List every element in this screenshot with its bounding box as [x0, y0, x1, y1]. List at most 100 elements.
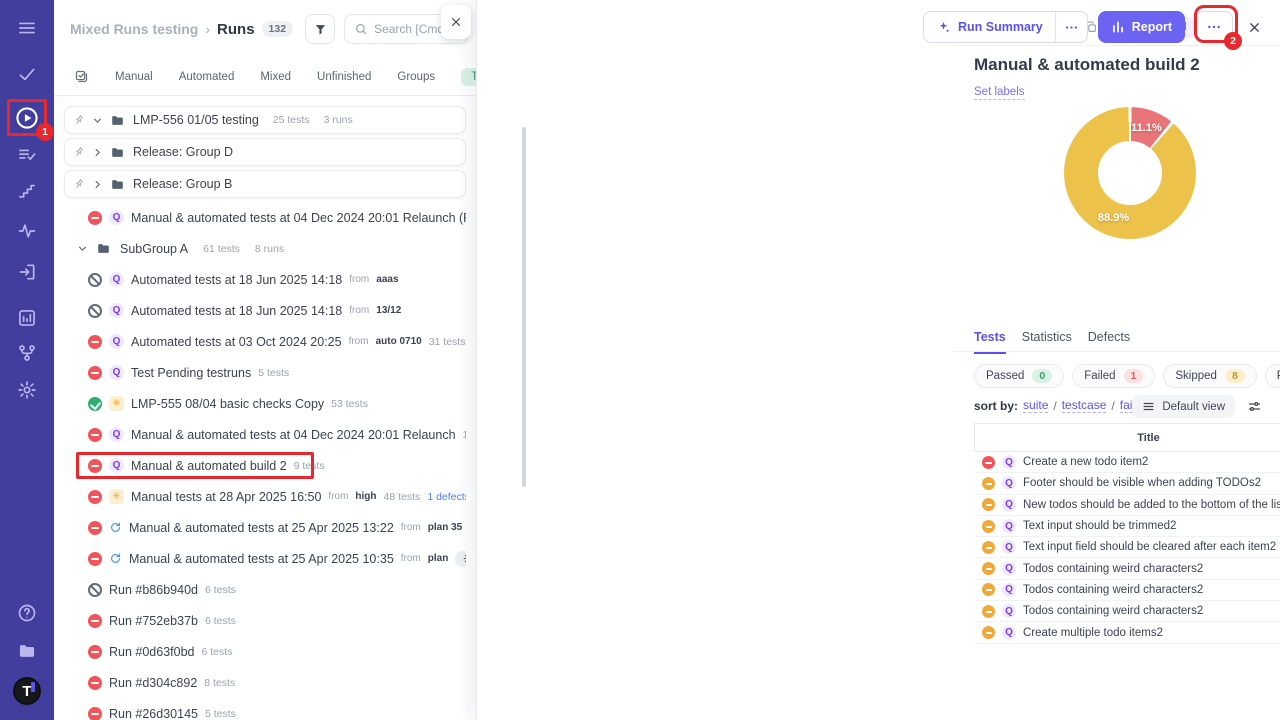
- breadcrumb-project[interactable]: Mixed Runs testing: [70, 21, 198, 37]
- test-row[interactable]: QText input should be trimmed2@first Cre…: [974, 516, 1280, 537]
- runs-nav-icon[interactable]: [15, 106, 40, 131]
- status-failed-icon: [88, 707, 102, 720]
- close-panel-button[interactable]: [441, 5, 471, 39]
- search-icon: [354, 22, 368, 36]
- column-header-title[interactable]: Title: [974, 424, 1280, 451]
- run-list-item[interactable]: Run #26d301455 tests: [64, 698, 466, 720]
- pulse-icon: [17, 221, 37, 241]
- pin-icon: [71, 144, 88, 161]
- breadcrumb-section[interactable]: Runs: [217, 21, 255, 38]
- automated-run-icon: Q: [109, 334, 124, 349]
- run-group-item[interactable]: LMP-556 01/05 testing25 tests3 runs: [64, 106, 466, 134]
- sparkle-run-icon: ✳: [109, 396, 124, 411]
- sort-link-testcase[interactable]: testcase: [1062, 398, 1107, 413]
- runs-tab-mixed[interactable]: Mixed: [260, 71, 291, 83]
- defects-link[interactable]: 1 defects: [427, 491, 466, 503]
- run-list-item[interactable]: Run #d304c8928 tests: [64, 667, 466, 698]
- donut-slice-label: 11.1%: [1131, 122, 1162, 134]
- projects-nav-icon[interactable]: [17, 641, 37, 661]
- status-failed-icon: [88, 428, 102, 442]
- filter-chip-pending[interactable]: Pending0: [1265, 364, 1280, 388]
- chevron-down-icon[interactable]: [76, 242, 89, 255]
- run-list-item[interactable]: QTest Pending testruns5 tests: [64, 357, 466, 388]
- settings-nav-icon[interactable]: [17, 380, 37, 400]
- runs-tab-automated[interactable]: Automated: [179, 71, 235, 83]
- user-avatar[interactable]: T: [13, 677, 41, 705]
- branches-nav-icon[interactable]: [17, 343, 37, 363]
- run-detail-panel: Run 18dec8b1 Q automated Run Summary Rep…: [476, 0, 1280, 720]
- test-row[interactable]: QNew todos should be added to the bottom…: [974, 495, 1280, 516]
- default-view-button[interactable]: Default view: [1132, 395, 1235, 418]
- chevron-right-icon[interactable]: [91, 146, 104, 159]
- run-subgroup-item[interactable]: SubGroup A61 tests8 runs: [64, 233, 466, 264]
- test-row[interactable]: QCreate a new todo item2@first Create ..…: [974, 452, 1280, 473]
- test-row[interactable]: QTodos containing weird characters2@firs…: [974, 601, 1280, 622]
- filter-chip-passed[interactable]: Passed0: [974, 364, 1064, 388]
- filter-chip-skipped[interactable]: Skipped8: [1163, 364, 1256, 388]
- runs-filter-tabs: ManualAutomatedMixedUnfinishedGroupsTo: [54, 58, 476, 96]
- import-nav-icon[interactable]: [17, 262, 37, 282]
- testcases-nav-icon[interactable]: [17, 145, 37, 165]
- run-group-item[interactable]: Release: Group D: [64, 138, 466, 166]
- select-all-icon[interactable]: [74, 69, 89, 84]
- analytics-nav-icon[interactable]: [17, 308, 37, 328]
- status-failed-icon: [88, 676, 102, 690]
- test-row[interactable]: QText input field should be cleared afte…: [974, 537, 1280, 558]
- runs-tab-unfinished[interactable]: Unfinished: [317, 71, 371, 83]
- activity-nav-icon[interactable]: [17, 221, 37, 241]
- run-actions: Run Summary Report: [923, 10, 1262, 44]
- chevron-right-icon[interactable]: [91, 178, 104, 191]
- filter-button[interactable]: [305, 14, 335, 44]
- automated-run-icon: Q: [1002, 476, 1016, 490]
- test-row[interactable]: QTodos containing weird characters2@firs…: [974, 558, 1280, 579]
- dots-h-icon: [1206, 19, 1222, 35]
- run-list-item[interactable]: QManual & automated build 29 tests: [64, 450, 466, 481]
- sliders-icon[interactable]: [1247, 399, 1262, 414]
- run-list-item[interactable]: QAutomated tests at 03 Oct 2024 20:25fro…: [64, 326, 466, 357]
- run-list-item[interactable]: ✳LMP-555 08/04 basic checks Copy53 tests: [64, 388, 466, 419]
- run-list-item[interactable]: QManual & automated tests at 04 Dec 2024…: [64, 202, 466, 233]
- runs-tab-manual[interactable]: Manual: [115, 71, 153, 83]
- run-list-item[interactable]: Manual & automated tests at 25 Apr 2025 …: [64, 543, 466, 574]
- menu-toggle-icon[interactable]: [17, 18, 37, 38]
- status-skipped-icon: [982, 498, 995, 511]
- chevron-down-icon[interactable]: [91, 114, 104, 127]
- automated-run-icon: Q: [1002, 498, 1016, 512]
- automated-run-icon: Q: [109, 210, 124, 225]
- status-failed-icon: [88, 335, 102, 349]
- run-group-item[interactable]: Release: Group B: [64, 170, 466, 198]
- status-failed-icon: [88, 211, 102, 225]
- run-list-item[interactable]: Manual & automated tests at 25 Apr 2025 …: [64, 512, 466, 543]
- refresh-cw-icon: [109, 521, 122, 534]
- run-list-item[interactable]: Run #b86b940d6 tests: [64, 574, 466, 605]
- automated-run-icon: Q: [109, 458, 124, 473]
- tests-table-header: TitleSuiteTags & EnvsSubstatusRuntimeIss…: [974, 423, 1280, 452]
- sort-link-suite[interactable]: suite: [1023, 398, 1048, 413]
- scrollbar-thumb[interactable]: [522, 127, 526, 487]
- run-summary-button[interactable]: Run Summary: [923, 11, 1088, 43]
- run-list-item[interactable]: Run #0d63f0bd6 tests: [64, 636, 466, 667]
- automated-run-icon: Q: [109, 303, 124, 318]
- steps-nav-icon[interactable]: [17, 181, 37, 201]
- sparkles-icon: [936, 20, 951, 35]
- run-list-item[interactable]: Run #752eb37b6 tests: [64, 605, 466, 636]
- runs-tab-groups[interactable]: Groups: [397, 71, 435, 83]
- run-summary-more-button[interactable]: [1055, 12, 1087, 42]
- run-list-item[interactable]: ✳Manual tests at 28 Apr 2025 16:50fromhi…: [64, 481, 466, 512]
- filter-chip-failed[interactable]: Failed1: [1072, 364, 1155, 388]
- bars-icon: [1111, 20, 1125, 34]
- pin-icon: [71, 176, 88, 193]
- report-button[interactable]: Report: [1098, 11, 1185, 43]
- gear-icon: [17, 380, 37, 400]
- close-run-detail-icon[interactable]: [1247, 20, 1262, 35]
- run-list-item[interactable]: QAutomated tests at 18 Jun 2025 14:18fro…: [64, 264, 466, 295]
- checks-nav-icon[interactable]: [17, 64, 37, 84]
- run-list-item[interactable]: QAutomated tests at 18 Jun 2025 14:18fro…: [64, 295, 466, 326]
- automated-run-icon: Q: [1002, 519, 1016, 533]
- test-row[interactable]: QCreate multiple todo items2@first Creat…: [974, 622, 1280, 643]
- set-labels-link[interactable]: Set labels: [974, 86, 1025, 100]
- test-row[interactable]: QTodos containing weird characters2@firs…: [974, 580, 1280, 601]
- help-nav-icon[interactable]: [17, 603, 37, 623]
- run-list-item[interactable]: QManual & automated tests at 04 Dec 2024…: [64, 419, 466, 450]
- test-row[interactable]: QFooter should be visible when adding TO…: [974, 473, 1280, 494]
